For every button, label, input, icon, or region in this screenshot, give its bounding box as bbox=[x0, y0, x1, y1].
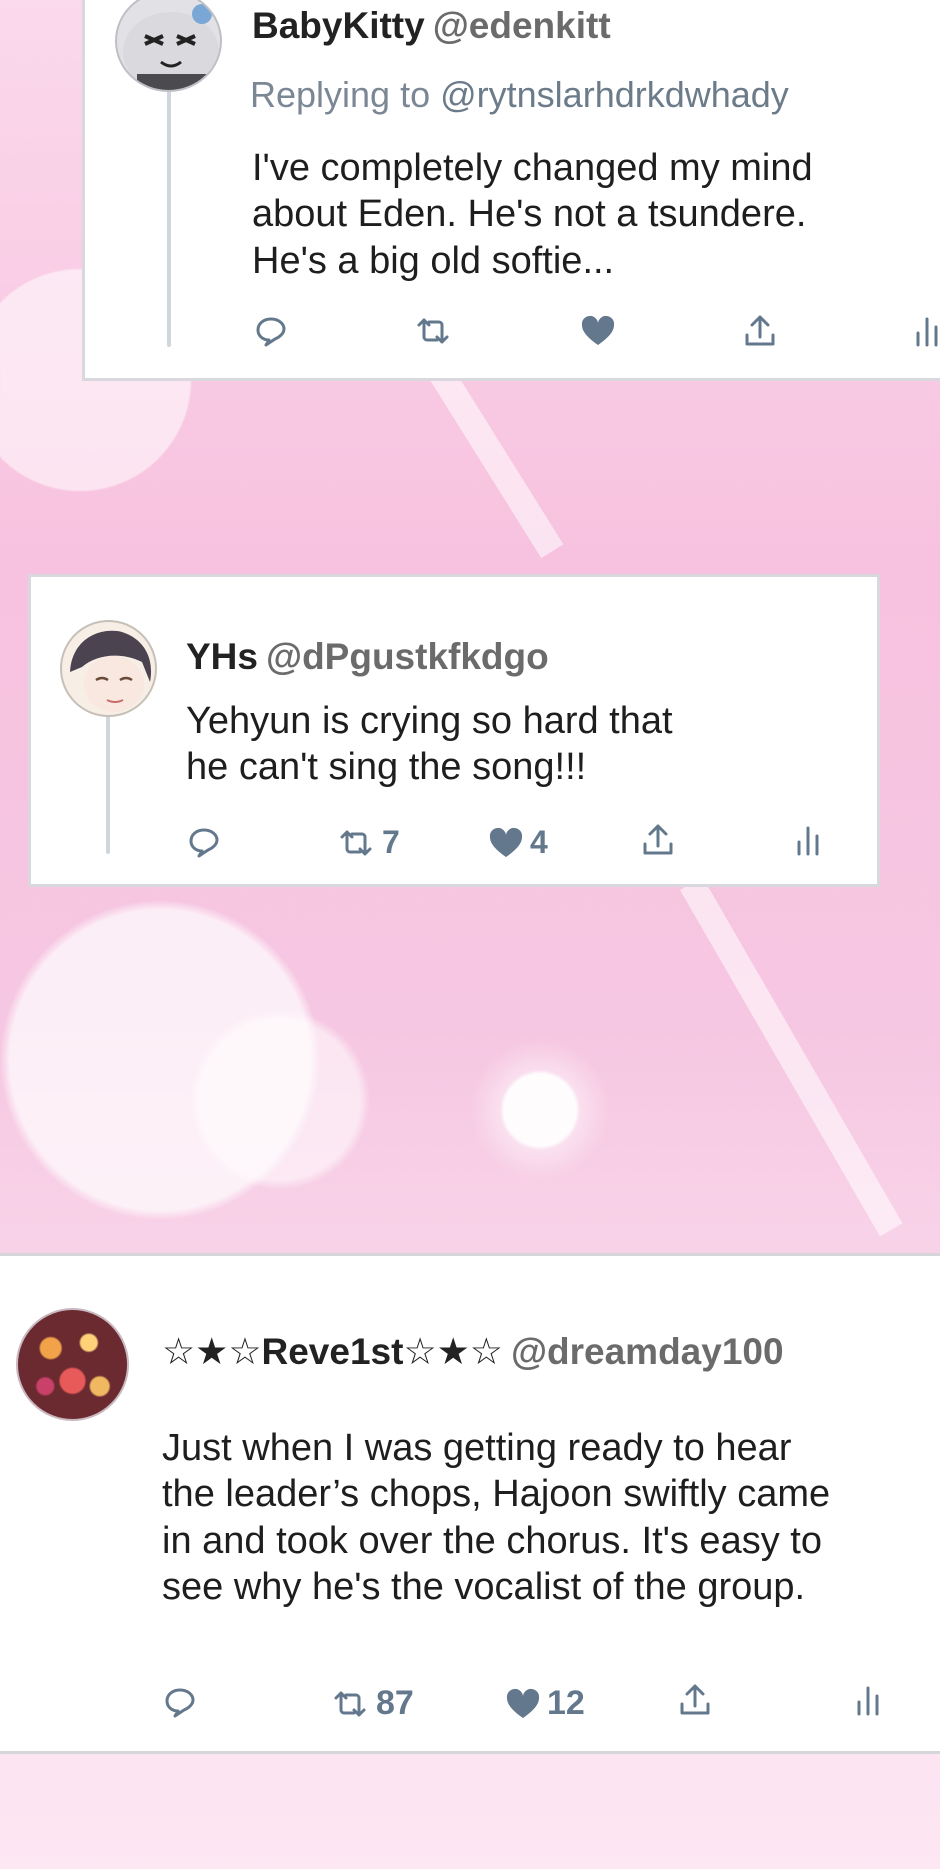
display-name[interactable]: ☆★☆Reve1st☆★☆ bbox=[162, 1331, 503, 1372]
share-button[interactable] bbox=[677, 1682, 713, 1718]
handle[interactable]: @dreamday100 bbox=[511, 1331, 784, 1372]
retweet-icon bbox=[417, 318, 449, 344]
retweet-button[interactable]: 87 bbox=[330, 1684, 414, 1723]
share-button[interactable] bbox=[742, 313, 778, 349]
handle[interactable]: @edenkitt bbox=[433, 5, 611, 46]
retweet-button[interactable] bbox=[413, 315, 453, 347]
tweet-author[interactable]: YHs @dPgustkfkdgo bbox=[186, 636, 549, 678]
character-portrait-icon bbox=[70, 630, 152, 712]
light-streak bbox=[680, 877, 903, 1237]
tweet-text: Just when I was getting ready to hear th… bbox=[162, 1427, 831, 1609]
speech-bubble-icon bbox=[256, 317, 286, 347]
speech-bubble-icon bbox=[189, 828, 219, 858]
like-button[interactable]: 12 bbox=[505, 1684, 585, 1723]
bar-chart-icon bbox=[916, 317, 938, 347]
share-icon bbox=[643, 824, 673, 855]
replying-handle[interactable]: @rytnslarhdrkdwhady bbox=[440, 74, 789, 115]
replying-to: Replying to @rytnslarhdrkdwhady bbox=[250, 74, 789, 116]
like-count: 4 bbox=[530, 824, 548, 860]
like-button[interactable]: 4 bbox=[488, 824, 548, 861]
display-name[interactable]: YHs bbox=[186, 636, 258, 677]
retweet-count: 87 bbox=[376, 1684, 414, 1722]
thread-line bbox=[167, 90, 171, 347]
avatar-yhs[interactable] bbox=[60, 620, 157, 717]
retweet-icon bbox=[340, 830, 372, 855]
like-button[interactable] bbox=[580, 315, 616, 347]
heart-icon bbox=[489, 827, 523, 857]
replying-prefix: Replying to bbox=[250, 74, 431, 115]
light-streak bbox=[430, 366, 564, 559]
share-button[interactable] bbox=[640, 822, 676, 858]
heart-icon bbox=[506, 1688, 540, 1718]
heart-icon bbox=[581, 315, 615, 345]
share-icon bbox=[680, 1684, 710, 1715]
tweet-text: I've completely changed my mind about Ed… bbox=[252, 147, 813, 282]
retweet-count: 7 bbox=[382, 824, 400, 860]
handle[interactable]: @dPgustkfkdgo bbox=[266, 636, 549, 677]
reply-button[interactable] bbox=[164, 1686, 196, 1718]
display-name[interactable]: BabyKitty bbox=[252, 5, 425, 46]
reply-button[interactable] bbox=[188, 826, 220, 858]
speech-bubble-icon bbox=[165, 1688, 195, 1718]
analytics-button[interactable] bbox=[856, 1684, 880, 1716]
analytics-button[interactable] bbox=[796, 824, 820, 856]
analytics-button[interactable] bbox=[915, 315, 939, 347]
bar-chart-icon bbox=[797, 826, 819, 856]
thread-line bbox=[106, 712, 110, 854]
bar-chart-icon bbox=[857, 1686, 879, 1716]
tweet-text: Yehyun is crying so hard that he can't s… bbox=[186, 700, 673, 789]
avatar-reve1st[interactable] bbox=[16, 1308, 129, 1421]
like-count: 12 bbox=[547, 1684, 585, 1722]
share-icon bbox=[745, 315, 775, 346]
retweet-icon bbox=[334, 1691, 366, 1716]
reply-button[interactable] bbox=[255, 315, 287, 347]
tweet-author[interactable]: BabyKitty @edenkitt bbox=[252, 5, 611, 47]
tweet-author[interactable]: ☆★☆Reve1st☆★☆ @dreamday100 bbox=[162, 1330, 784, 1373]
retweet-button[interactable]: 7 bbox=[336, 824, 400, 861]
